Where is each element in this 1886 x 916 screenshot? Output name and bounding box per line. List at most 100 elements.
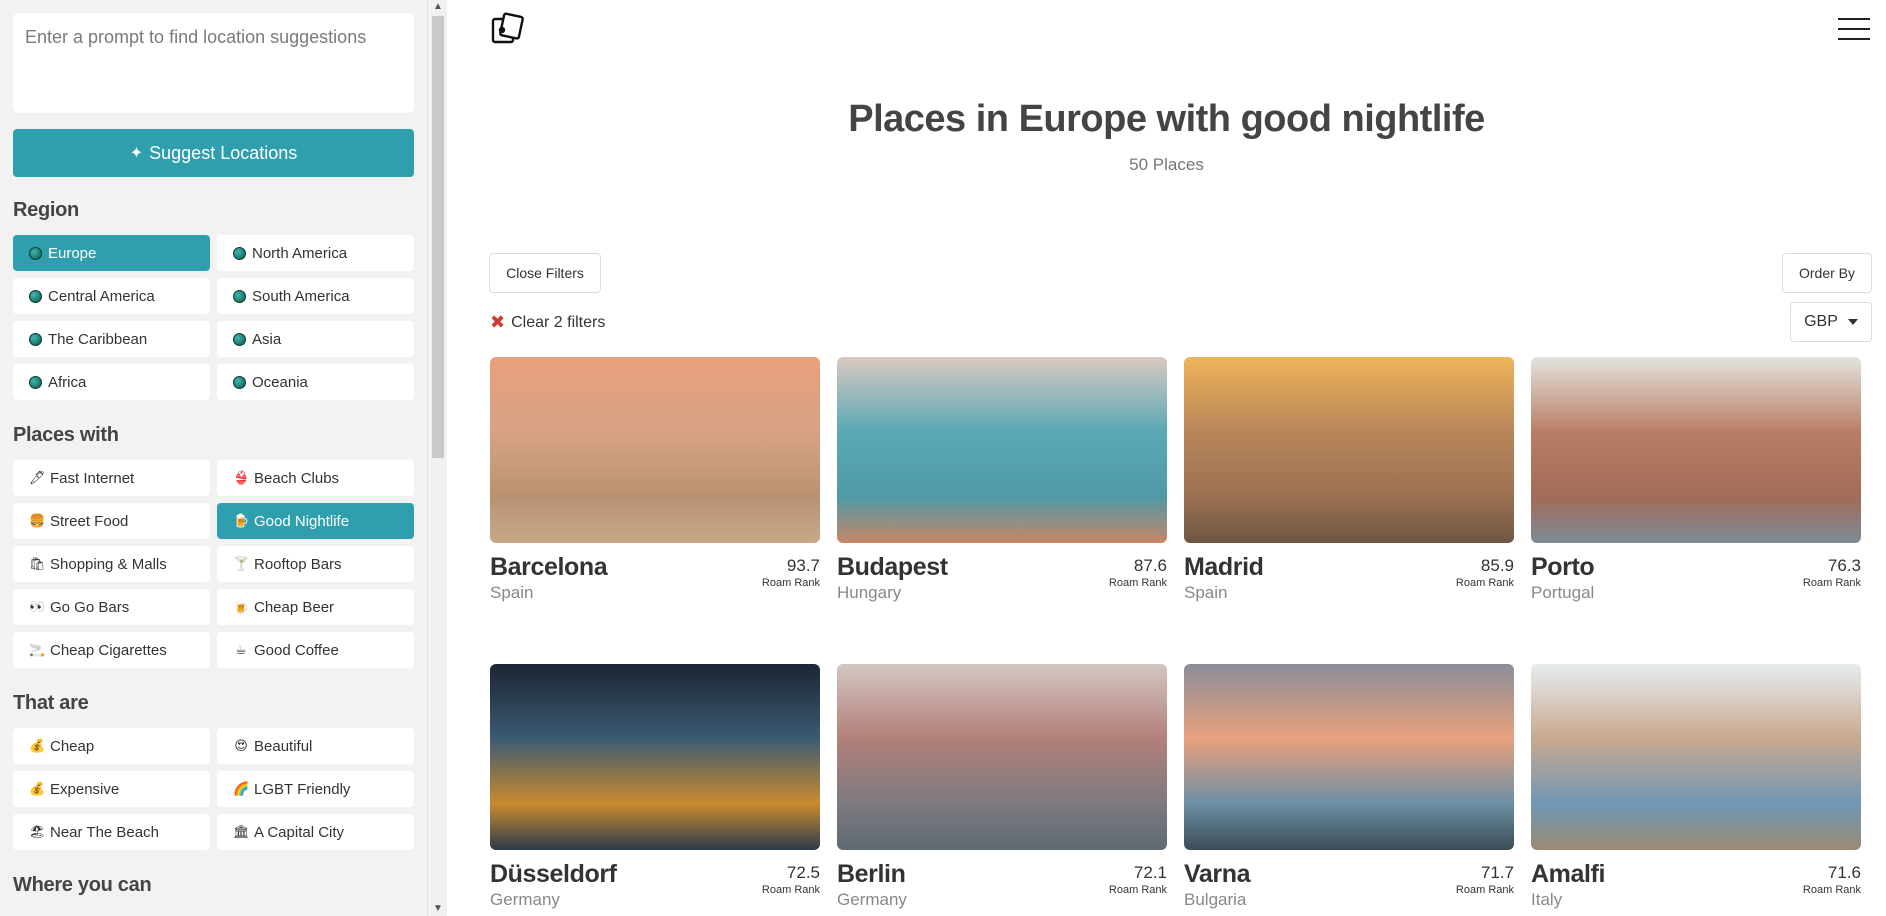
place-card[interactable]: Porto Portugal 76.3 Roam Rank — [1531, 357, 1861, 617]
filter-chip-label: North America — [252, 244, 348, 262]
emoji-icon: 💰 — [29, 781, 46, 796]
emoji-icon: 🍺 — [233, 599, 250, 614]
filter-chip-asia[interactable]: Asia — [217, 321, 414, 357]
filter-chip-cheap-beer[interactable]: 🍺 Cheap Beer — [217, 589, 414, 625]
roam-rank-score: 71.6 — [1827, 863, 1861, 882]
filter-chip-label: Beach Clubs — [254, 469, 340, 487]
place-country: Hungary — [837, 583, 902, 602]
filter-chip-cheap-cigarettes[interactable]: 🚬 Cheap Cigarettes — [13, 632, 210, 668]
globe-icon — [29, 375, 42, 389]
filter-chip-label: Expensive — [50, 780, 120, 798]
close-filters-button[interactable]: Close Filters — [489, 253, 601, 293]
filter-chip-label: Near The Beach — [50, 823, 159, 841]
place-card[interactable]: Budapest Hungary 87.6 Roam Rank — [837, 357, 1167, 617]
filter-chip-label: Africa — [48, 373, 87, 391]
place-country: Bulgaria — [1184, 890, 1247, 909]
filter-chip-cheap[interactable]: 💰 Cheap — [13, 728, 210, 764]
place-city: Budapest — [837, 553, 948, 581]
filter-chip-oceania[interactable]: Oceania — [217, 364, 414, 400]
roam-rank-label: Roam Rank — [761, 884, 820, 896]
place-city: Amalfi — [1531, 860, 1606, 888]
region-title: Region — [13, 199, 79, 221]
place-photo[interactable] — [1184, 357, 1514, 543]
filter-chip-africa[interactable]: Africa — [13, 364, 210, 400]
emoji-icon: 😍 — [234, 738, 248, 753]
filter-chip-label: A Capital City — [254, 823, 345, 841]
that-are-filter-grid: 💰 Cheap 😍 Beautiful 💰 Expensive 🌈 LGBT Friendly… — [13, 728, 414, 850]
filter-chip-near-the-beach[interactable]: 🏖 Near The Beach — [13, 814, 210, 850]
place-card[interactable]: Berlin Germany 72.1 Roam Rank — [837, 664, 1167, 916]
filter-chip-north-america[interactable]: North America — [217, 235, 414, 271]
place-card[interactable]: Madrid Spain 85.9 Roam Rank — [1184, 357, 1514, 617]
globe-icon — [233, 246, 246, 260]
filter-chip-label: Cheap Beer — [254, 598, 335, 616]
clear-filters-button[interactable]: ✖ Clear 2 filters — [490, 312, 605, 333]
suggest-locations-button[interactable]: ✦ Suggest Locations — [13, 129, 414, 177]
clear-x-icon: ✖ — [490, 312, 506, 332]
place-country: Germany — [837, 890, 907, 909]
filter-chip-rooftop-bars[interactable]: 🍸 Rooftop Bars — [217, 546, 414, 582]
filter-chip-go-go-bars[interactable]: 👀 Go Go Bars — [13, 589, 210, 625]
place-photo[interactable] — [490, 664, 820, 850]
globe-icon — [29, 289, 42, 303]
filter-chip-label: Oceania — [252, 373, 308, 391]
filter-chip-street-food[interactable]: 🍔 Street Food — [13, 503, 210, 539]
roam-rank-label: Roam Rank — [1108, 884, 1167, 896]
places-with-title: Places with — [13, 424, 119, 446]
emoji-icon: ☕ — [235, 642, 247, 657]
logo-icon[interactable] — [490, 12, 524, 46]
roam-rank-score: 71.7 — [1480, 863, 1514, 882]
filter-chip-europe[interactable]: Europe — [13, 235, 210, 271]
prompt-input[interactable] — [13, 13, 414, 113]
filter-chip-label: The Caribbean — [48, 330, 148, 348]
emoji-icon: 🍔 — [29, 513, 46, 528]
place-country: Spain — [1184, 583, 1228, 602]
filter-chip-good-nightlife[interactable]: 🍺 Good Nightlife — [217, 503, 414, 539]
filter-chip-label: Good Coffee — [254, 641, 339, 659]
filter-chip-south-america[interactable]: South America — [217, 278, 414, 314]
filter-chip-label: Beautiful — [254, 737, 313, 755]
place-card[interactable]: Düsseldorf Germany 72.5 Roam Rank — [490, 664, 820, 916]
scrollbar-thumb[interactable] — [432, 16, 444, 458]
scroll-up-arrow-icon[interactable]: ▲ — [428, 0, 447, 14]
caret-down-icon — [1847, 319, 1858, 325]
roam-rank-score: 76.3 — [1827, 556, 1861, 575]
filter-chip-expensive[interactable]: 💰 Expensive — [13, 771, 210, 807]
filter-chip-label: Rooftop Bars — [254, 555, 342, 573]
place-card[interactable]: Amalfi Italy 71.6 Roam Rank — [1531, 664, 1861, 916]
roam-rank-score: 93.7 — [786, 556, 820, 575]
place-photo[interactable] — [837, 357, 1167, 543]
filter-chip-shopping-malls[interactable]: 🛍 Shopping & Malls — [13, 546, 210, 582]
suggest-locations-label: Suggest Locations — [149, 142, 298, 163]
place-photo[interactable] — [1531, 664, 1861, 850]
emoji-icon: 🌈 — [233, 781, 250, 796]
place-city: Düsseldorf — [490, 860, 617, 888]
filter-chip-good-coffee[interactable]: ☕ Good Coffee — [217, 632, 414, 668]
place-card[interactable]: Varna Bulgaria 71.7 Roam Rank — [1184, 664, 1514, 916]
filter-chip-label: LGBT Friendly — [254, 780, 351, 798]
hamburger-menu-icon[interactable] — [1838, 18, 1870, 42]
currency-select[interactable]: GBP — [1790, 302, 1872, 342]
sidebar: ✦ Suggest Locations Region Europe North A… — [0, 0, 447, 916]
filter-chip-the-caribbean[interactable]: The Caribbean — [13, 321, 210, 357]
emoji-icon: 💰 — [29, 738, 46, 753]
roam-rank-score: 85.9 — [1480, 556, 1514, 575]
place-photo[interactable] — [1184, 664, 1514, 850]
filter-chip-central-america[interactable]: Central America — [13, 278, 210, 314]
order-by-button[interactable]: Order By — [1782, 253, 1872, 293]
place-photo[interactable] — [837, 664, 1167, 850]
sidebar-scrollbar[interactable]: ▲ ▼ — [427, 0, 447, 916]
filter-chip-a-capital-city[interactable]: 🏛 A Capital City — [217, 814, 414, 850]
filter-chip-beach-clubs[interactable]: 👙 Beach Clubs — [217, 460, 414, 496]
filter-chip-beautiful[interactable]: 😍 Beautiful — [217, 728, 414, 764]
place-count: 50 Places — [1129, 155, 1204, 174]
globe-icon — [233, 375, 246, 389]
emoji-icon: 👙 — [233, 470, 250, 485]
place-photo[interactable] — [490, 357, 820, 543]
place-card[interactable]: Barcelona Spain 93.7 Roam Rank — [490, 357, 820, 617]
place-photo[interactable] — [1531, 357, 1861, 543]
filter-chip-fast-internet[interactable]: 🖊 Fast Internet — [13, 460, 210, 496]
filter-chip-lgbt-friendly[interactable]: 🌈 LGBT Friendly — [217, 771, 414, 807]
scroll-down-arrow-icon[interactable]: ▼ — [428, 902, 447, 916]
place-country: Italy — [1531, 890, 1563, 909]
